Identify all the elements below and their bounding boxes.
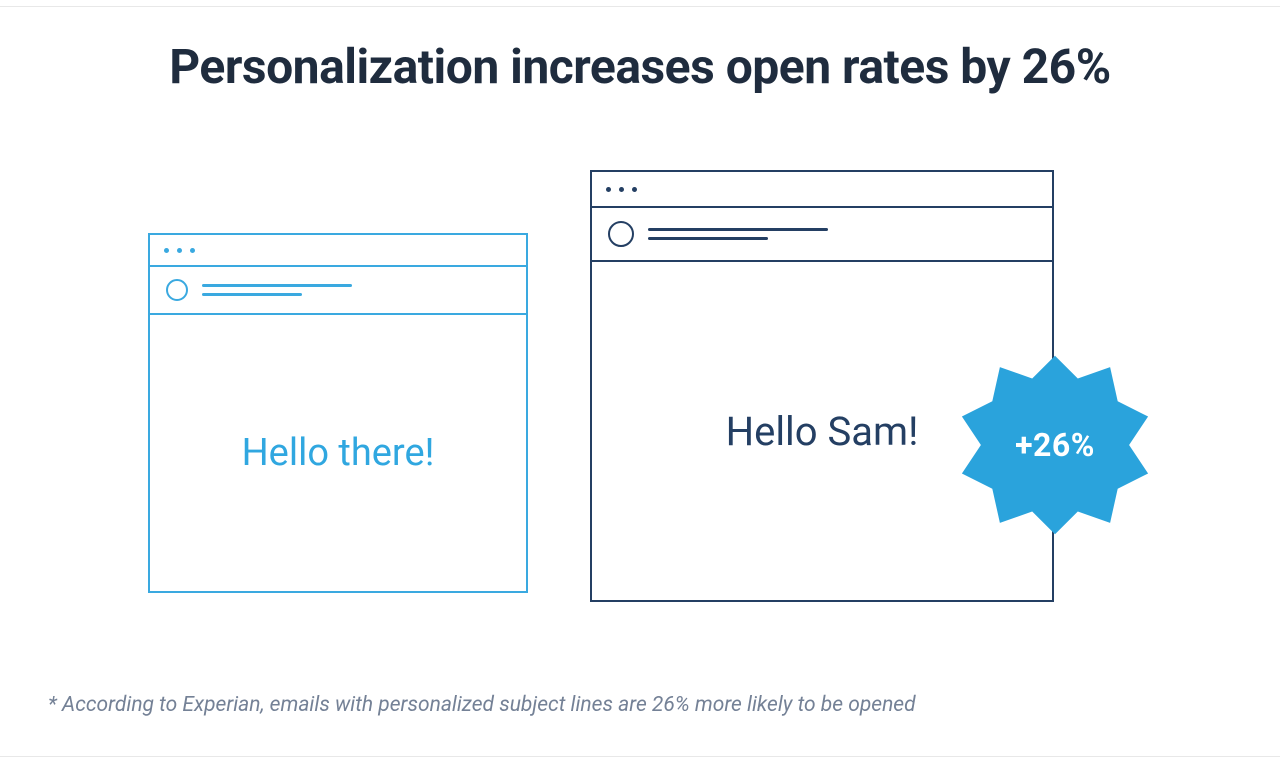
text-lines-placeholder: [202, 284, 352, 296]
window-control-dot-icon: [177, 248, 182, 253]
footnote: * According to Experian, emails with per…: [48, 693, 916, 717]
text-lines-placeholder: [648, 228, 828, 240]
window-control-dot-icon: [632, 187, 637, 192]
uplift-badge: +26%: [960, 350, 1150, 540]
avatar-icon: [166, 279, 188, 301]
divider-bottom: [0, 756, 1280, 757]
generic-email-greeting: Hello there!: [150, 315, 526, 591]
window-titlebar: [150, 235, 526, 267]
generic-email-window: Hello there!: [148, 233, 528, 593]
divider-top: [0, 6, 1280, 7]
window-control-dot-icon: [190, 248, 195, 253]
illustration-stage: Hello there! Hello Sam! +26%: [0, 150, 1280, 620]
window-titlebar: [592, 172, 1052, 208]
window-control-dot-icon: [619, 187, 624, 192]
window-toolbar: [592, 208, 1052, 262]
window-control-dot-icon: [606, 187, 611, 192]
window-toolbar: [150, 267, 526, 315]
avatar-icon: [608, 221, 634, 247]
uplift-badge-label: +26%: [960, 350, 1150, 540]
window-control-dot-icon: [164, 248, 169, 253]
page-title: Personalization increases open rates by …: [0, 38, 1280, 95]
